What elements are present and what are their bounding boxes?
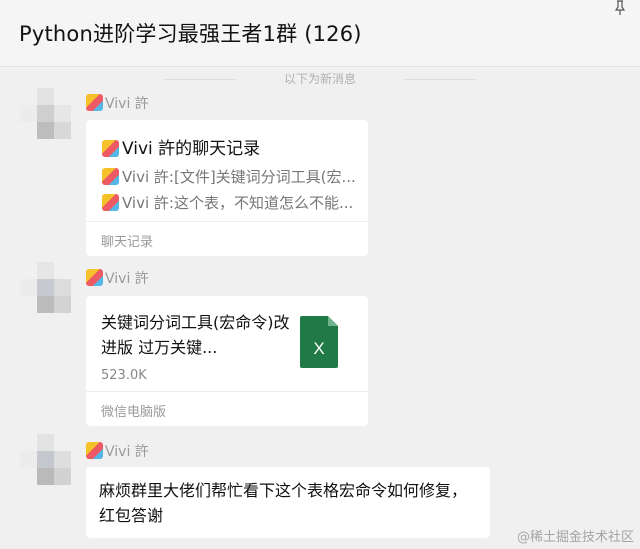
- emoji-icon: [86, 269, 103, 286]
- emoji-icon: [102, 194, 119, 211]
- chat-history-title: Vivi 許的聊天记录: [102, 134, 260, 159]
- chat-history-card[interactable]: Vivi 許的聊天记录 Vivi 許:[文件]关键词分词工具(宏... Vivi…: [86, 120, 368, 256]
- chat-history-line: Vivi 許:[文件]关键词分词工具(宏...: [102, 166, 358, 187]
- pin-icon[interactable]: [612, 0, 628, 16]
- divider-text: 以下为新消息: [283, 72, 356, 86]
- message-text: 麻烦群里大佬们帮忙看下这个表格宏命令如何修复，红包答谢: [99, 481, 468, 525]
- chat-history-line: Vivi 許:这个表，不知道怎么不能...: [102, 192, 358, 213]
- emoji-icon: [86, 442, 103, 459]
- excel-file-icon: X: [300, 316, 338, 368]
- card-footer-label: 微信电脑版: [101, 405, 167, 420]
- card-footer: 聊天记录: [86, 221, 368, 256]
- emoji-icon: [102, 140, 119, 157]
- watermark: @稀土掘金技术社区: [516, 530, 634, 545]
- avatar[interactable]: [20, 88, 72, 140]
- text-message-bubble[interactable]: 麻烦群里大佬们帮忙看下这个表格宏命令如何修复，红包答谢: [86, 467, 490, 538]
- emoji-icon: [102, 168, 119, 185]
- excel-letter: X: [313, 339, 324, 358]
- file-size: 523.0K: [101, 368, 147, 383]
- new-messages-divider: 以下为新消息: [165, 72, 475, 87]
- emoji-icon: [86, 94, 103, 111]
- sender-name[interactable]: Vivi 許: [86, 268, 149, 288]
- file-card[interactable]: 关键词分词工具(宏命令)改进版 过万关键... 523.0K X 微信电脑版: [86, 296, 368, 426]
- avatar[interactable]: [20, 434, 72, 486]
- file-name: 关键词分词工具(宏命令)改进版 过万关键...: [101, 313, 290, 357]
- card-footer: 微信电脑版: [86, 391, 368, 426]
- avatar[interactable]: [20, 262, 72, 314]
- card-footer-label: 聊天记录: [101, 235, 154, 250]
- chat-title: Python进阶学习最强王者1群 (126): [19, 22, 362, 46]
- sender-name[interactable]: Vivi 許: [86, 93, 149, 113]
- sender-name[interactable]: Vivi 許: [86, 441, 149, 461]
- chat-header: Python进阶学习最强王者1群 (126): [0, 0, 640, 67]
